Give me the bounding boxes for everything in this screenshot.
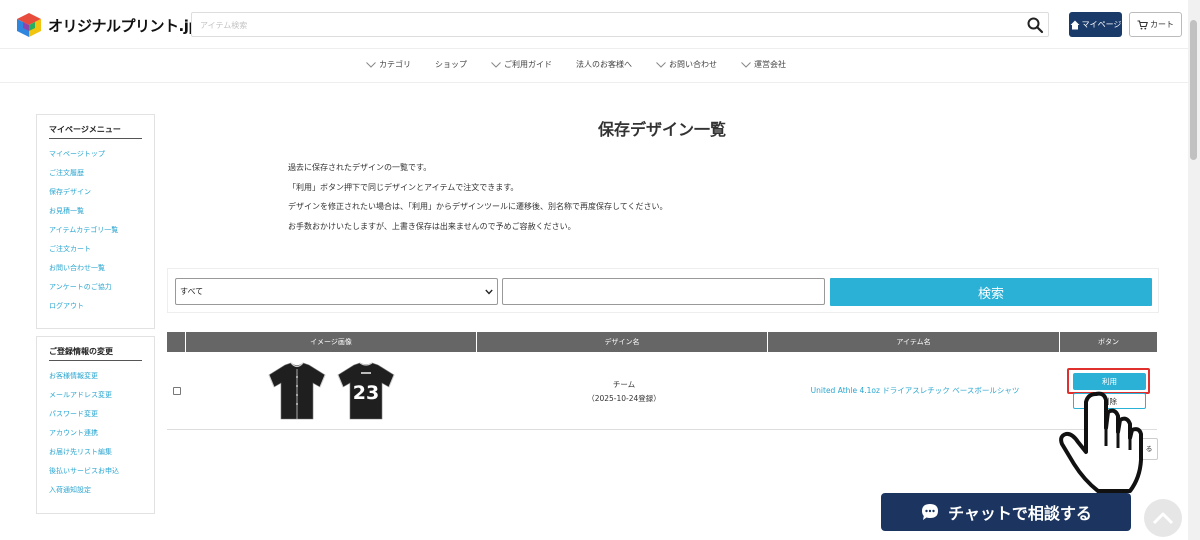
logo-text: オリジナルプリント.jp [48, 16, 199, 35]
logo-cube-icon [17, 13, 41, 37]
nav-label: 運営会社 [754, 60, 786, 69]
pointing-hand-icon [1059, 391, 1143, 493]
filter-text-input[interactable] [502, 278, 825, 305]
chevron-down-icon [485, 289, 493, 295]
nav-item-guide[interactable]: ご利用ガイド [491, 59, 552, 70]
cart-label: カート [1150, 20, 1174, 29]
sidebar-item-survey[interactable]: アンケートのご協力 [49, 278, 142, 297]
sidebar-item-order-cart[interactable]: ご注文カート [49, 240, 142, 259]
intro-line: デザインを修正されたい場合は、「利用」からデザインツールに遷移後、別名称で再度保… [288, 202, 668, 211]
table-row: 23 チーム （2025-10-24登録） United Athle 4.1oz… [167, 352, 1157, 430]
chevron-down-icon [656, 61, 666, 68]
chevron-down-icon [741, 61, 751, 68]
intro-line: お手数おかけいたしますが、上書き保存は出来ませんので予めご容赦ください。 [288, 221, 576, 231]
header-divider [0, 48, 1188, 49]
sidebar-item-address-list[interactable]: お届け先リスト編集 [49, 443, 142, 462]
mypage-label: マイページ [1081, 20, 1122, 29]
cart-icon [1137, 19, 1148, 29]
header-checkbox-cell [167, 332, 186, 352]
nav-item-business[interactable]: 法人のお客様へ [576, 59, 632, 70]
sidebar-item-mypage-top[interactable]: マイページトップ [49, 145, 142, 164]
filter-select-value: すべて [180, 287, 204, 296]
design-name: チーム [612, 380, 636, 389]
mypage-button[interactable]: マイページ [1069, 12, 1122, 37]
page-scrollbar[interactable] [1188, 0, 1200, 540]
search-icon[interactable] [1026, 16, 1044, 34]
nav-label: ショップ [435, 60, 467, 69]
nav-label: カテゴリ [379, 60, 411, 69]
chat-consult-button[interactable]: チャットで相談する [881, 493, 1131, 531]
chevron-up-icon [1152, 512, 1174, 525]
shirt-back-image: 23 [337, 362, 395, 420]
header-image: イメージ画像 [186, 332, 477, 352]
sidebar-item-password[interactable]: パスワード変更 [49, 405, 142, 424]
item-name-link[interactable]: United Athle 4.1oz ドライアスレチック ベースボールシャツ [769, 385, 1061, 396]
design-name-cell: チーム （2025-10-24登録） [479, 378, 769, 406]
filter-select[interactable]: すべて [175, 278, 498, 305]
intro-line: 過去に保存されたデザインの一覧です。 [288, 163, 432, 172]
intro-text: 過去に保存されたデザインの一覧です。 「利用」ボタン押下で同じデザインとアイテム… [288, 158, 668, 236]
sidebar-item-stock-notice[interactable]: 入荷通知設定 [49, 481, 142, 500]
sidebar-item-saved-designs[interactable]: 保存デザイン [49, 183, 142, 202]
sidebar-item-quotes[interactable]: お見積一覧 [49, 202, 142, 221]
sidebar-item-customer-info[interactable]: お客様情報変更 [49, 367, 142, 386]
nav-divider [0, 82, 1188, 83]
sidebar-item-email[interactable]: メールアドレス変更 [49, 386, 142, 405]
sidebar-item-logout[interactable]: ログアウト [49, 297, 142, 316]
header-buttons: ボタン [1098, 338, 1119, 346]
site-logo[interactable]: オリジナルプリント.jp [16, 12, 199, 38]
mypage-menu-title: マイページメニュー [49, 124, 142, 139]
nav-label: ご利用ガイド [504, 60, 552, 69]
chat-bubble-icon [922, 504, 939, 520]
chevron-down-icon [491, 61, 501, 68]
search-input[interactable] [192, 14, 1012, 37]
back-to-top-button[interactable] [1144, 499, 1182, 537]
page-title: 保存デザイン一覧 [597, 120, 726, 139]
account-menu-title: ご登録情報の変更 [49, 346, 142, 361]
sidebar-item-account-link[interactable]: アカウント連携 [49, 424, 142, 443]
search-button[interactable]: 検索 [830, 278, 1152, 306]
sidebar-item-deferred-payment[interactable]: 後払いサービスお申込 [49, 462, 142, 481]
table-header: イメージ画像 デザイン名 アイテム名 ボタン [167, 332, 1157, 352]
nav-item-shop[interactable]: ショップ [435, 59, 467, 70]
account-menu: ご登録情報の変更 お客様情報変更 メールアドレス変更 パスワード変更 アカウント… [36, 336, 155, 514]
shirt-front-image [268, 362, 326, 420]
row-checkbox[interactable] [173, 387, 181, 395]
scrollbar-thumb[interactable] [1190, 20, 1197, 160]
chevron-down-icon [366, 61, 376, 68]
sidebar-item-item-categories[interactable]: アイテムカテゴリ一覧 [49, 221, 142, 240]
design-date: （2025-10-24登録） [587, 394, 661, 403]
nav-item-contact[interactable]: お問い合わせ [656, 59, 717, 70]
nav-item-company[interactable]: 運営会社 [741, 59, 786, 70]
cart-button[interactable]: カート [1129, 12, 1182, 37]
filter-panel: すべて 検索 [167, 268, 1159, 313]
header-design-name: デザイン名 [477, 332, 768, 352]
shirt-back-number: 23 [353, 382, 379, 404]
header-item-name: アイテム名 [768, 332, 1060, 352]
sidebar-item-inquiries[interactable]: お問い合わせ一覧 [49, 259, 142, 278]
nav-label: 法人のお客様へ [576, 60, 632, 69]
nav-label: お問い合わせ [669, 60, 717, 69]
sidebar-item-order-history[interactable]: ご注文履歴 [49, 164, 142, 183]
search-bar [191, 12, 1049, 37]
intro-line: 「利用」ボタン押下で同じデザインとアイテムで注文できます。 [288, 182, 519, 192]
mypage-menu: マイページメニュー マイページトップ ご注文履歴 保存デザイン お見積一覧 アイ… [36, 114, 155, 329]
main-nav: カテゴリ ショップ ご利用ガイド 法人のお客様へ お問い合わせ 運営会社 [366, 59, 786, 70]
chat-label: チャットで相談する [948, 504, 1092, 523]
nav-item-category[interactable]: カテゴリ [366, 59, 411, 70]
home-icon [1070, 20, 1080, 29]
